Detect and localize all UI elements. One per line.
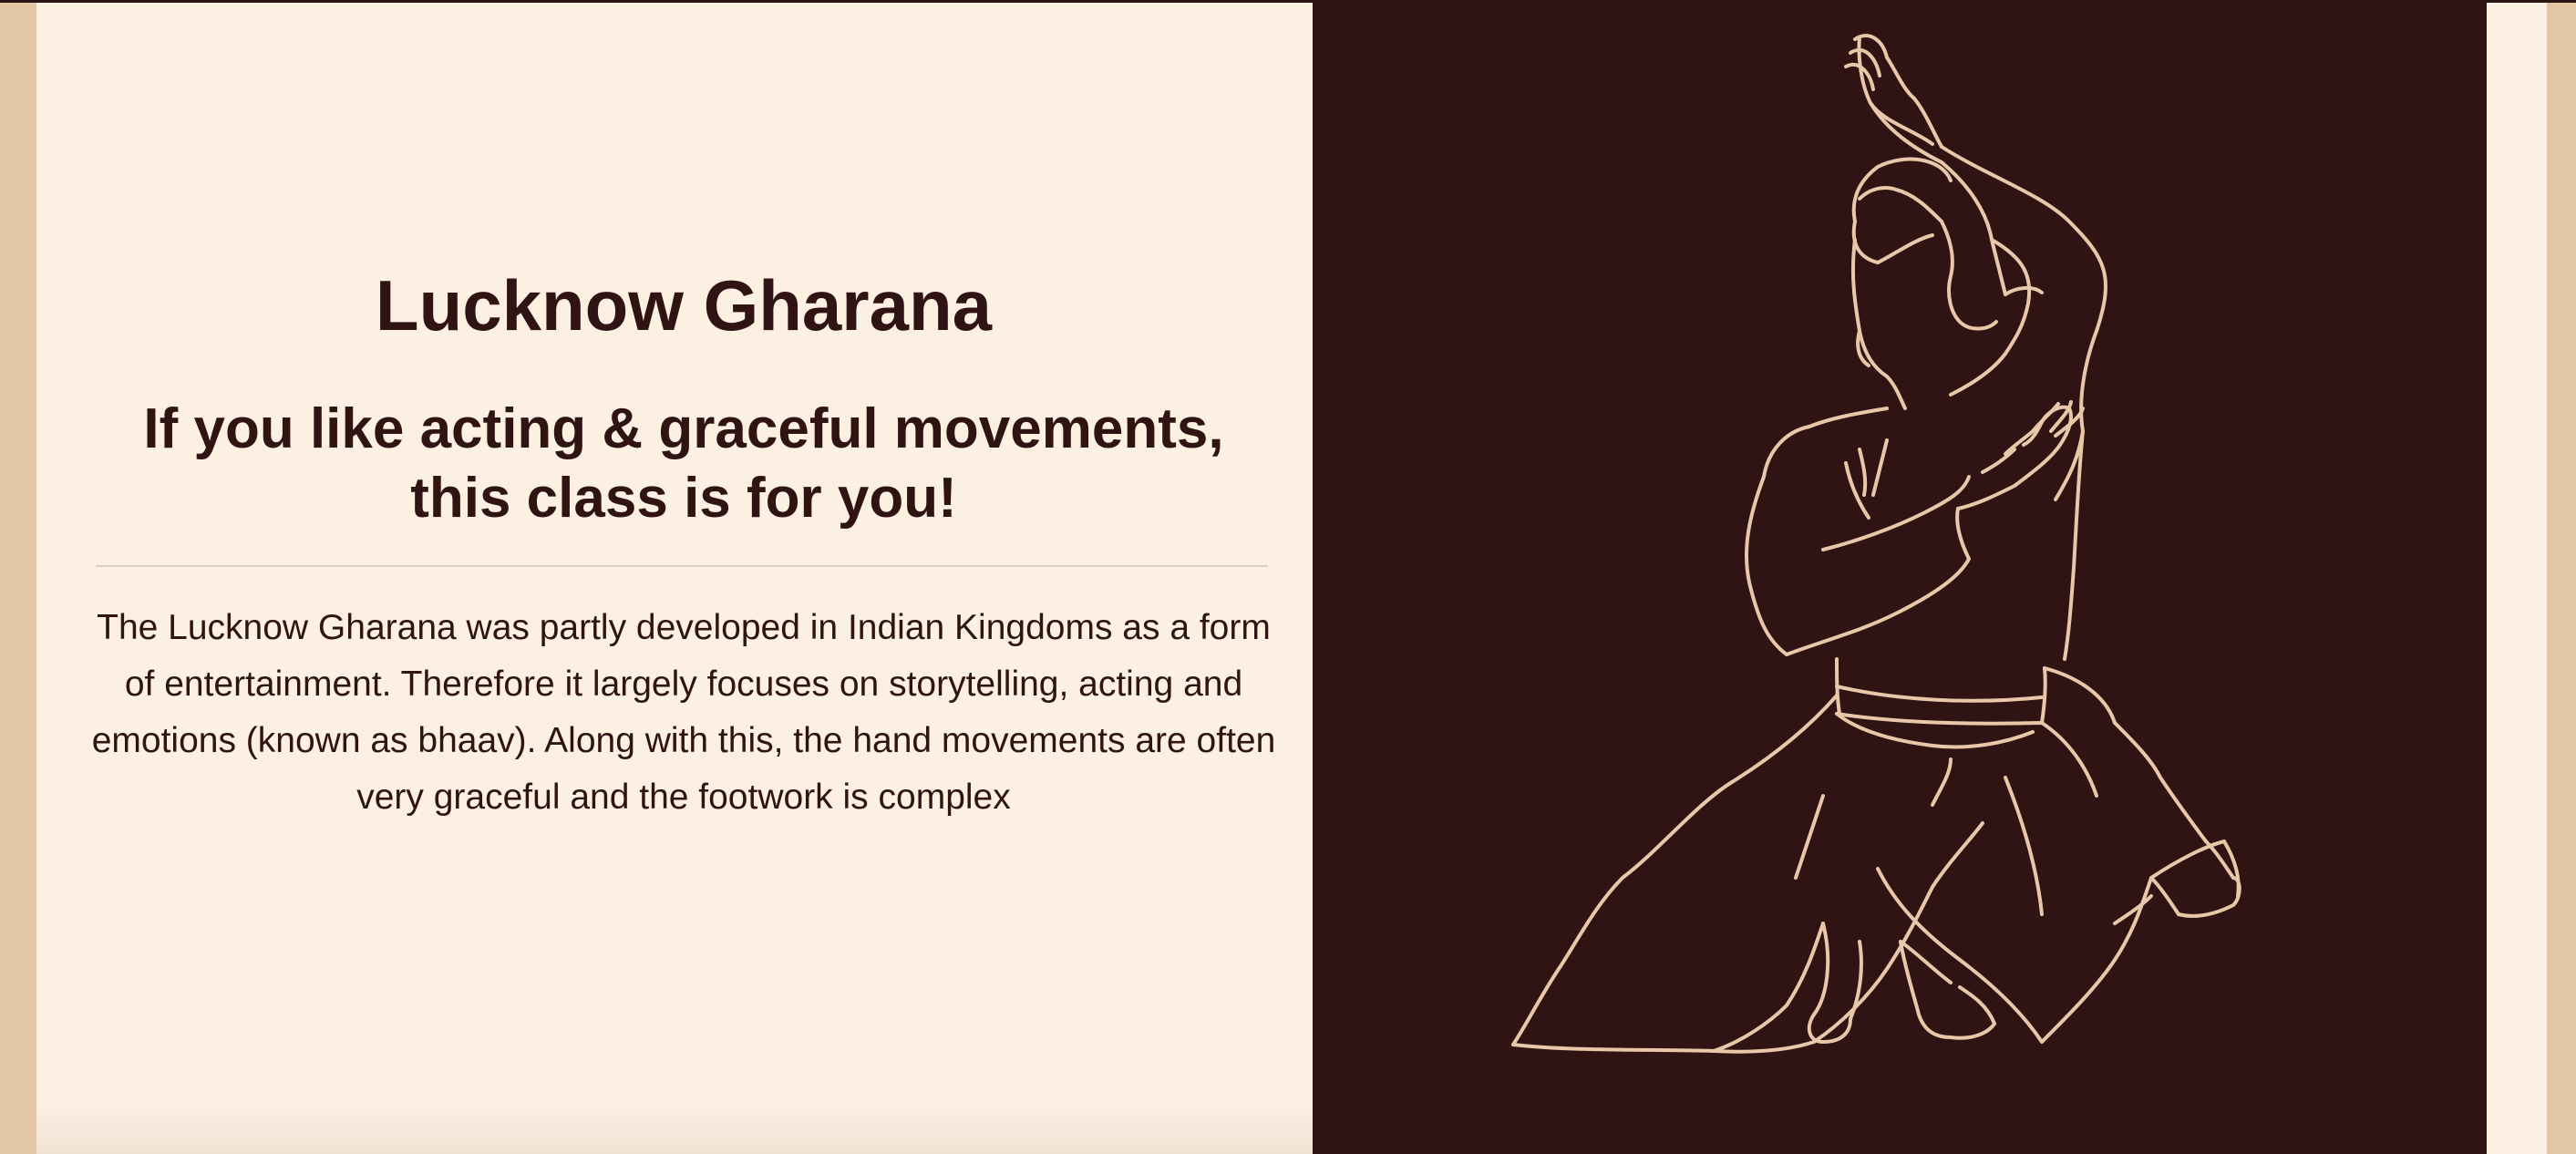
kathak-dancer-icon xyxy=(1511,34,2241,1054)
dancer-image-panel xyxy=(1313,3,2487,1154)
left-border xyxy=(0,3,36,1154)
right-border xyxy=(2547,3,2576,1154)
section-subtitle: If you like acting & graceful movements,… xyxy=(143,397,1224,531)
divider xyxy=(96,565,1268,567)
section-description: The Lucknow Gharana was partly developed… xyxy=(91,608,1276,817)
right-background-strip xyxy=(2487,3,2547,1154)
page: Lucknow Gharana If you like acting & gra… xyxy=(0,0,2576,1154)
text-panel: Lucknow Gharana If you like acting & gra… xyxy=(36,3,1313,1154)
section-title: Lucknow Gharana xyxy=(375,265,993,345)
bottom-shadow xyxy=(36,1108,1313,1154)
